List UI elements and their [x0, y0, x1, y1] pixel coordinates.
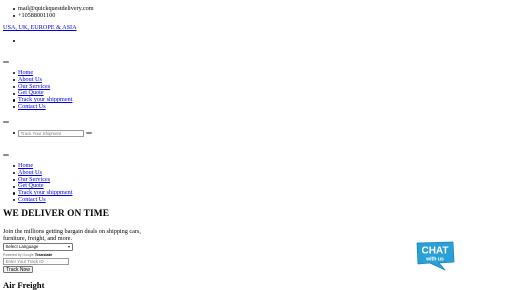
mobile-menu-toggle-button[interactable] [3, 154, 9, 156]
mobile-nav: Home About Us Our Services Get Quote Tra… [12, 162, 72, 204]
contact-list: mail@quickquestdelivery.com +10588001100 [13, 5, 94, 20]
chat-badge-line1: CHAT [421, 246, 448, 257]
language-select-value: Select Language [5, 244, 39, 249]
google-logo: Google [22, 253, 34, 257]
mobile-nav-item-contact: Contact Us [12, 196, 72, 204]
menu-toggle-button[interactable] [3, 61, 9, 63]
powered-by-label: Powered by [3, 253, 22, 257]
region-link[interactable]: USA, UK, EUROPE & ASIA [3, 24, 77, 32]
chevron-down-icon [68, 246, 71, 249]
hero-subtext: Join the millions getting bargain deals … [3, 228, 141, 243]
social-item[interactable] [13, 38, 22, 45]
nav-item-contact: Contact Us [12, 103, 72, 111]
language-select[interactable]: Select Language [3, 243, 73, 251]
mobile-nav-link-contact[interactable]: Contact Us [18, 196, 46, 203]
track-now-button[interactable]: Track Now [3, 266, 34, 274]
translate-label[interactable]: Translate [35, 252, 53, 257]
chat-badge-line2: with us [425, 257, 444, 263]
search-submit-button[interactable] [86, 132, 92, 135]
search-item: Track Your Shipment [13, 130, 92, 137]
search-list: Track Your Shipment [13, 130, 92, 137]
section-title: Air Freight [3, 280, 45, 290]
main-nav: Home About Us Our Services Get Quote Tra… [12, 69, 72, 111]
contact-phone: +10588001100 [13, 12, 94, 20]
search-toggle-button[interactable] [3, 121, 9, 123]
chat-with-us-badge[interactable]: CHAT with us [414, 240, 456, 272]
track-id-input[interactable]: Enter Your Track ID [3, 258, 69, 265]
search-input[interactable]: Track Your Shipment [18, 130, 84, 137]
social-list [13, 38, 22, 45]
hero-headline: WE DELIVER ON TIME [3, 209, 110, 219]
nav-link-contact[interactable]: Contact Us [18, 103, 46, 110]
